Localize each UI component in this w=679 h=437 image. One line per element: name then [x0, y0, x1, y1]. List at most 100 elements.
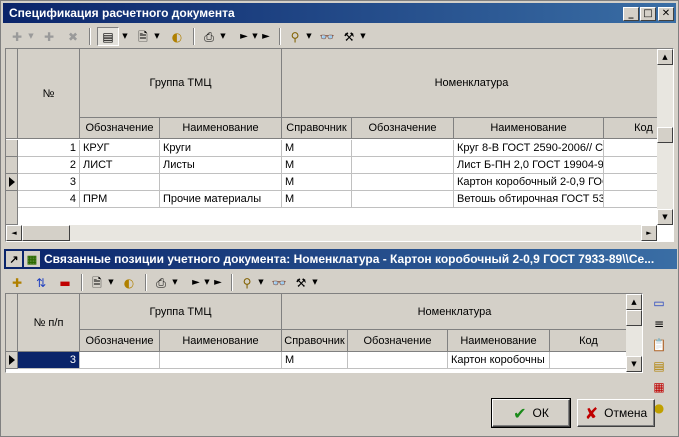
vertical-scrollbar[interactable]: ▲ ▼ — [657, 49, 673, 225]
row-nom-code-cell[interactable] — [352, 157, 454, 174]
close-button[interactable]: ✕ — [658, 7, 674, 21]
clipboard-icon[interactable]: 📋 — [650, 336, 668, 354]
header-nom-name[interactable]: Наименование — [448, 330, 550, 352]
next-icon[interactable]: ► — [211, 273, 225, 292]
scroll-down-button[interactable]: ▼ — [626, 356, 642, 372]
horizontal-scrollbar[interactable]: ◄ ► — [6, 225, 657, 241]
row-group-code-cell[interactable]: КРУГ — [80, 140, 160, 157]
row-nom-name-cell[interactable]: Картон коробочны — [448, 352, 550, 369]
row-group-name-cell[interactable]: Круги — [160, 140, 282, 157]
ok-button[interactable]: ✔ ОК — [491, 398, 571, 428]
delete-icon[interactable]: ✖ — [63, 27, 83, 46]
scroll-up-button[interactable]: ▲ — [657, 49, 673, 65]
view-dropdown-icon[interactable]: ▼ — [121, 27, 129, 46]
document-icon[interactable]: 🗎 — [133, 27, 153, 46]
header-group-code[interactable]: Обозначение — [80, 118, 160, 139]
row-nom-name-cell[interactable]: Ветошь обтирочная ГОСТ 53 — [454, 191, 604, 208]
tools-dropdown-icon[interactable]: ▼ — [359, 27, 367, 46]
print-icon[interactable]: ⎙ — [199, 27, 219, 46]
header-nomenclature[interactable]: Номенклатура — [282, 49, 662, 118]
scroll-up-button[interactable]: ▲ — [626, 294, 642, 310]
row-indicator[interactable] — [6, 174, 18, 191]
row-nom-code-cell[interactable] — [348, 352, 448, 369]
print-dropdown-icon[interactable]: ▼ — [219, 27, 227, 46]
pin-icon[interactable]: ↗ — [6, 251, 22, 267]
minimize-button[interactable]: _ — [623, 7, 639, 21]
funnel-dropdown-icon[interactable]: ▼ — [257, 273, 265, 292]
row-group-code-cell[interactable]: ПРМ — [80, 191, 160, 208]
maximize-button[interactable]: □ — [640, 7, 656, 21]
play-icon[interactable]: ► — [237, 27, 251, 46]
report-icon[interactable]: ▦ — [650, 378, 668, 396]
row-num-cell[interactable]: 3 — [18, 174, 80, 191]
add-icon[interactable]: ✚ — [7, 27, 27, 46]
row-nom-code-cell[interactable] — [352, 174, 454, 191]
play-icon[interactable]: ► — [189, 273, 203, 292]
header-nom-code[interactable]: Обозначение — [352, 118, 454, 139]
row-code-cell[interactable] — [550, 352, 628, 369]
header-nom-code[interactable]: Обозначение — [348, 330, 448, 352]
header-ref[interactable]: Справочник — [282, 330, 348, 352]
next-icon[interactable]: ► — [259, 27, 273, 46]
row-nom-name-cell[interactable]: Картон коробочный 2-0,9 ГОС — [454, 174, 604, 191]
header-group[interactable]: Группа ТМЦ — [80, 49, 282, 118]
linked-grid[interactable]: № п/п Группа ТМЦ Номенклатура Обозначени… — [5, 293, 643, 373]
funnel-icon[interactable]: ⚲ — [285, 27, 305, 46]
row-nom-name-cell[interactable]: Круг 8-В ГОСТ 2590-2006// С — [454, 140, 604, 157]
header-num[interactable]: № п/п — [18, 294, 80, 352]
scroll-thumb[interactable] — [626, 310, 642, 326]
row-nom-name-cell[interactable]: Лист Б-ПН 2,0 ГОСТ 19904-9 — [454, 157, 604, 174]
row-ref-cell[interactable]: М — [282, 140, 352, 157]
row-group-code-cell[interactable] — [80, 174, 160, 191]
scroll-down-button[interactable]: ▼ — [657, 209, 673, 225]
scroll-left-button[interactable]: ◄ — [6, 225, 22, 241]
row-indicator[interactable] — [6, 140, 18, 157]
print-icon[interactable]: ⎙ — [151, 273, 171, 292]
cancel-button[interactable]: ✘ Отмена — [577, 399, 655, 427]
header-nomenclature[interactable]: Номенклатура — [282, 294, 628, 330]
funnel-icon[interactable]: ⚲ — [237, 273, 257, 292]
row-indicator[interactable] — [6, 157, 18, 174]
play-dropdown-icon[interactable]: ▼ — [251, 27, 259, 46]
hscroll-thumb[interactable] — [22, 225, 70, 241]
tools-icon[interactable]: ⚒ — [339, 27, 359, 46]
row-group-code-cell[interactable]: ЛИСТ — [80, 157, 160, 174]
header-ref[interactable]: Справочник — [282, 118, 352, 139]
window-icon[interactable]: ▭ — [650, 294, 668, 312]
tools-dropdown-icon[interactable]: ▼ — [311, 273, 319, 292]
header-group-code[interactable]: Обозначение — [80, 330, 160, 352]
play-dropdown-icon[interactable]: ▼ — [203, 273, 211, 292]
header-num[interactable]: № — [18, 49, 80, 139]
binoculars-icon[interactable]: 👓 — [317, 27, 337, 46]
document-dropdown-icon[interactable]: ▼ — [107, 273, 115, 292]
folder-icon[interactable]: ▤ — [650, 357, 668, 375]
add-icon[interactable]: ✚ — [7, 273, 27, 292]
row-group-name-cell[interactable] — [160, 174, 282, 191]
insert-icon[interactable]: ✚ — [39, 27, 59, 46]
header-group-name[interactable]: Наименование — [160, 330, 282, 352]
row-group-name-cell[interactable]: Прочие материалы — [160, 191, 282, 208]
document-icon[interactable]: 🗎 — [87, 273, 107, 292]
row-ref-cell[interactable]: М — [282, 191, 352, 208]
scroll-thumb[interactable] — [657, 127, 673, 143]
row-indicator[interactable] — [6, 191, 18, 208]
scroll-right-button[interactable]: ► — [641, 225, 657, 241]
row-nom-code-cell[interactable] — [352, 191, 454, 208]
list-icon[interactable]: ≡ — [650, 315, 668, 333]
row-ref-cell[interactable]: М — [282, 174, 352, 191]
header-group-name[interactable]: Наименование — [160, 118, 282, 139]
row-group-code-cell[interactable] — [80, 352, 160, 369]
row-indicator[interactable] — [6, 352, 18, 369]
filter-icon[interactable]: ◐ — [119, 273, 139, 292]
row-group-name-cell[interactable] — [160, 352, 282, 369]
print-dropdown-icon[interactable]: ▼ — [171, 273, 179, 292]
header-code[interactable]: Код — [550, 330, 628, 352]
row-nom-code-cell[interactable] — [352, 140, 454, 157]
tools-icon[interactable]: ⚒ — [291, 273, 311, 292]
insert-icon[interactable]: ⇅ — [31, 273, 51, 292]
vertical-scrollbar[interactable]: ▲ ▼ — [626, 294, 642, 372]
row-num-cell[interactable]: 4 — [18, 191, 80, 208]
row-ref-cell[interactable]: М — [282, 157, 352, 174]
row-num-cell[interactable]: 2 — [18, 157, 80, 174]
filter-icon[interactable]: ◐ — [167, 27, 187, 46]
